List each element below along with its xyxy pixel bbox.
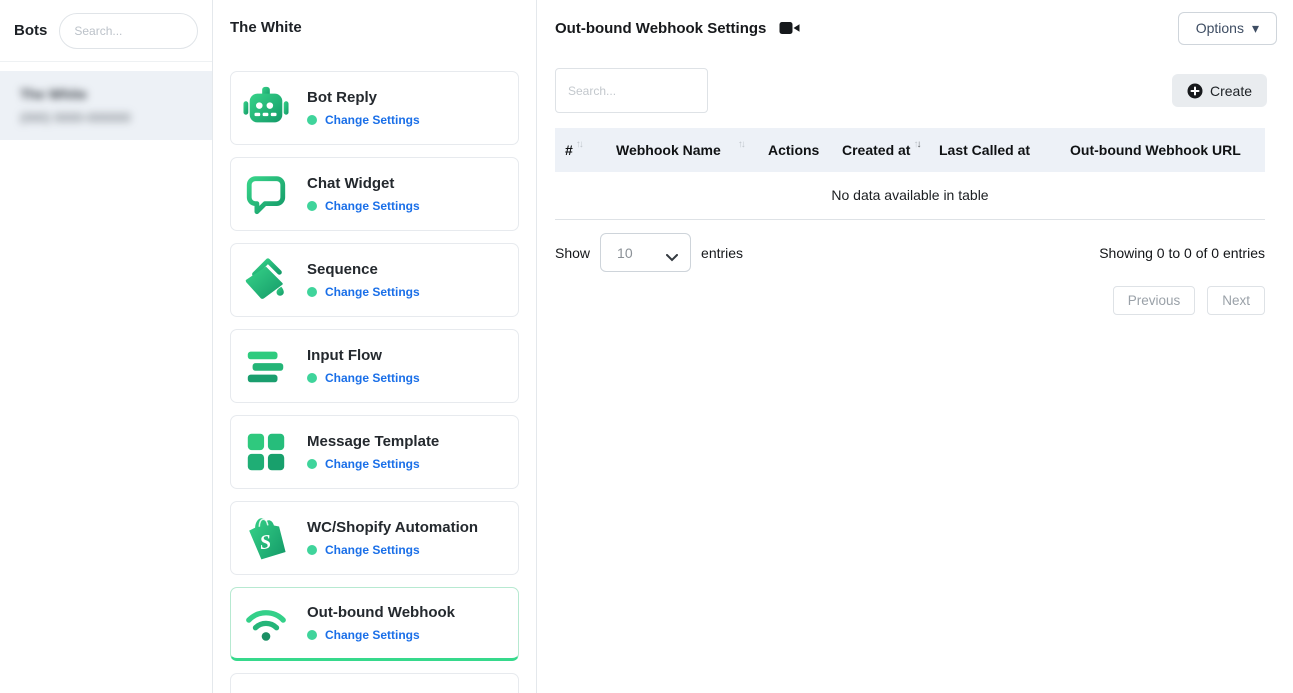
chat-bubble-icon <box>243 171 289 217</box>
change-settings-link[interactable]: Change Settings <box>325 628 420 642</box>
column-header-actions[interactable]: Actions <box>757 142 832 158</box>
card-wc-shopify-automation[interactable]: S WC/Shopify Automation Change Settings <box>230 501 519 575</box>
sidebar-header: Bots <box>0 0 212 62</box>
pagination: Previous Next <box>555 286 1265 315</box>
bots-sidebar: Bots The White (000) 0000-000000 <box>0 0 213 693</box>
change-settings-link[interactable]: Change Settings <box>325 113 420 127</box>
table-empty-message: No data available in table <box>555 172 1265 220</box>
card-title: Out-bound Webhook <box>307 604 455 621</box>
bot-phone-blurred: (000) 0000-000000 <box>20 110 196 125</box>
card-partial-next[interactable] <box>230 673 519 693</box>
card-title: Input Flow <box>307 347 420 364</box>
bot-name-blurred: The White <box>20 86 196 102</box>
sort-icon-active-desc: ↑↓ <box>913 139 919 150</box>
wifi-icon <box>243 600 289 646</box>
card-input-flow[interactable]: Input Flow Change Settings <box>230 329 519 403</box>
robot-icon <box>243 85 289 131</box>
change-settings-link[interactable]: Change Settings <box>325 543 420 557</box>
card-chat-widget[interactable]: Chat Widget Change Settings <box>230 157 519 231</box>
outbound-webhook-panel: Out-bound Webhook Settings Options ▾ <box>537 0 1293 693</box>
status-dot <box>307 201 317 211</box>
previous-button[interactable]: Previous <box>1113 286 1196 315</box>
status-dot <box>307 115 317 125</box>
card-title: Bot Reply <box>307 89 420 106</box>
shopify-bag-icon: S <box>243 515 289 561</box>
entries-summary: Showing 0 to 0 of 0 entries <box>1099 245 1265 261</box>
page-size-select[interactable]: 10 <box>600 233 691 272</box>
change-settings-link[interactable]: Change Settings <box>325 199 420 213</box>
sidebar-title: Bots <box>14 22 47 39</box>
panel-header: Out-bound Webhook Settings Options ▾ <box>555 11 1277 45</box>
column-header-outbound-webhook-url[interactable]: Out-bound Webhook URL <box>1059 142 1265 158</box>
feature-card-list: Bot Reply Change Settings Chat Widget <box>230 71 519 693</box>
card-title: Chat Widget <box>307 175 420 192</box>
change-settings-link[interactable]: Change Settings <box>325 285 420 299</box>
card-title: WC/Shopify Automation <box>307 519 478 536</box>
status-dot <box>307 373 317 383</box>
page-title: Out-bound Webhook Settings <box>555 20 766 37</box>
video-camera-icon[interactable] <box>779 20 800 36</box>
column-header-webhook-name[interactable]: Webhook Name ↑↓ <box>607 142 757 158</box>
card-title: Message Template <box>307 433 439 450</box>
status-dot <box>307 630 317 640</box>
grid-icon <box>243 429 289 475</box>
webhooks-table: # ↑↓ Webhook Name ↑↓ Actions Created at … <box>555 128 1265 220</box>
status-dot <box>307 459 317 469</box>
entries-label: entries <box>701 245 743 261</box>
status-dot <box>307 545 317 555</box>
caret-down-icon: ▾ <box>1252 20 1259 37</box>
column-header-last-called-at[interactable]: Last Called at <box>924 142 1059 158</box>
webhook-search-input[interactable] <box>555 68 708 113</box>
column-label: Created at <box>842 142 910 158</box>
create-button-label: Create <box>1210 83 1252 99</box>
card-sequence[interactable]: Sequence Change Settings <box>230 243 519 317</box>
list-bars-icon <box>243 343 289 389</box>
create-button[interactable]: Create <box>1172 74 1267 107</box>
column-header-created-at[interactable]: Created at ↑↓ <box>832 142 924 158</box>
sort-icon: ↑↓ <box>576 139 582 150</box>
paint-bucket-icon <box>243 257 289 303</box>
show-label: Show <box>555 245 590 261</box>
card-bot-reply[interactable]: Bot Reply Change Settings <box>230 71 519 145</box>
column-label: Actions <box>768 142 819 158</box>
page-size-control: Show 10 entries <box>555 233 743 272</box>
status-dot <box>307 287 317 297</box>
card-out-bound-webhook[interactable]: Out-bound Webhook Change Settings <box>230 587 519 661</box>
bot-list-item-selected[interactable]: The White (000) 0000-000000 <box>0 71 212 140</box>
next-button[interactable]: Next <box>1207 286 1265 315</box>
column-label: # <box>565 142 573 158</box>
change-settings-link[interactable]: Change Settings <box>325 457 420 471</box>
options-button[interactable]: Options ▾ <box>1178 12 1277 45</box>
app-window: Bots The White (000) 0000-000000 The Whi… <box>0 0 1293 693</box>
bots-search-input[interactable] <box>59 13 198 49</box>
table-toolbar: Create <box>555 68 1277 113</box>
column-header-index[interactable]: # ↑↓ <box>555 142 607 158</box>
bot-feature-menu: The White B <box>213 0 537 693</box>
change-settings-link[interactable]: Change Settings <box>325 371 420 385</box>
column-label: Last Called at <box>939 142 1030 158</box>
plus-circle-icon <box>1187 83 1203 99</box>
bot-menu-title: The White <box>230 19 519 36</box>
card-title: Sequence <box>307 261 420 278</box>
options-button-label: Options <box>1196 20 1244 36</box>
table-footer: Show 10 entries Showing 0 to 0 of 0 entr… <box>555 233 1265 272</box>
table-header-row: # ↑↓ Webhook Name ↑↓ Actions Created at … <box>555 128 1265 172</box>
column-label: Out-bound Webhook URL <box>1070 142 1241 158</box>
sort-icon: ↑↓ <box>738 139 744 150</box>
column-label: Webhook Name <box>616 142 721 158</box>
card-message-template[interactable]: Message Template Change Settings <box>230 415 519 489</box>
